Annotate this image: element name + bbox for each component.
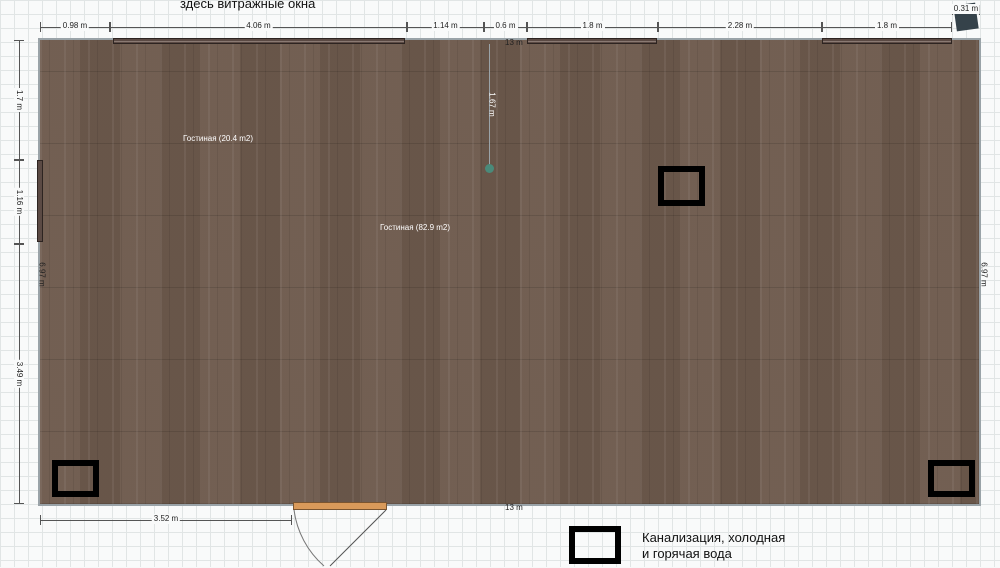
window-top-3[interactable] xyxy=(822,38,952,44)
wall-right-length: 6.97 m xyxy=(979,262,989,287)
dim-top-8[interactable]: 0.31 m xyxy=(951,4,981,15)
wall-top-length: 13 m xyxy=(505,38,523,47)
dim-left-3-label: 3.49 m xyxy=(14,359,24,389)
legend-line-1: Канализация, холодная xyxy=(642,530,786,545)
inner-dim-handle[interactable] xyxy=(485,164,494,173)
dim-top-6[interactable]: 2.28 m xyxy=(658,21,822,32)
window-top-1[interactable] xyxy=(113,38,405,44)
dim-left-1[interactable]: 1.7 m xyxy=(14,40,24,160)
dim-top-3-label: 1.14 m xyxy=(431,21,460,31)
room-label-2[interactable]: Гостиная (82.9 m2) xyxy=(380,223,450,232)
dim-top-8-label: 0.31 m xyxy=(951,4,981,14)
plan-canvas[interactable]: здесь витражные окна 0.98 m 4.06 m 1.14 … xyxy=(0,0,1000,567)
door-swing-arc xyxy=(293,509,387,567)
dim-top-4[interactable]: 0.6 m xyxy=(484,21,527,32)
dim-left-1-label: 1.7 m xyxy=(14,87,24,113)
plumbing-fixture-3[interactable] xyxy=(928,460,975,497)
dim-left-3[interactable]: 3.49 m xyxy=(14,244,24,504)
dim-top-5-label: 1.8 m xyxy=(580,21,605,31)
dim-bottom-left[interactable]: 3.52 m xyxy=(40,514,292,525)
dim-top-3[interactable]: 1.14 m xyxy=(407,21,484,32)
dim-top-7[interactable]: 1.8 m xyxy=(822,21,952,32)
wall-bottom-length: 13 m xyxy=(505,503,523,512)
plumbing-fixture-1[interactable] xyxy=(658,166,705,206)
dim-top-2[interactable]: 4.06 m xyxy=(110,21,407,32)
dim-top-7-label: 1.8 m xyxy=(874,21,900,31)
dim-top-1-label: 0.98 m xyxy=(60,21,90,31)
dim-top-5[interactable]: 1.8 m xyxy=(527,21,658,32)
legend-fixture-icon xyxy=(569,526,621,564)
window-left[interactable] xyxy=(37,160,43,242)
dim-left-2[interactable]: 1.16 m xyxy=(14,160,24,244)
dim-top-2-label: 4.06 m xyxy=(244,21,273,31)
stained-glass-note: здесь витражные окна xyxy=(180,0,316,11)
dim-left-2-label: 1.16 m xyxy=(14,187,24,217)
dim-top-1[interactable]: 0.98 m xyxy=(40,21,110,32)
room-label-1[interactable]: Гостиная (20.4 m2) xyxy=(183,134,253,143)
legend-line-2: и горячая вода xyxy=(642,546,732,561)
dim-top-4-label: 0.6 m xyxy=(493,21,518,31)
dim-bottom-left-label: 3.52 m xyxy=(151,514,181,524)
window-top-2[interactable] xyxy=(527,38,657,44)
inner-dim-label: 1.67 m xyxy=(487,92,497,117)
plumbing-fixture-2[interactable] xyxy=(52,460,99,497)
room-walls[interactable] xyxy=(38,38,981,506)
legend-text: Канализация, холодная и горячая вода xyxy=(642,530,785,562)
wall-left-length: 6.97 m xyxy=(37,262,47,287)
dim-top-6-label: 2.28 m xyxy=(725,21,755,31)
